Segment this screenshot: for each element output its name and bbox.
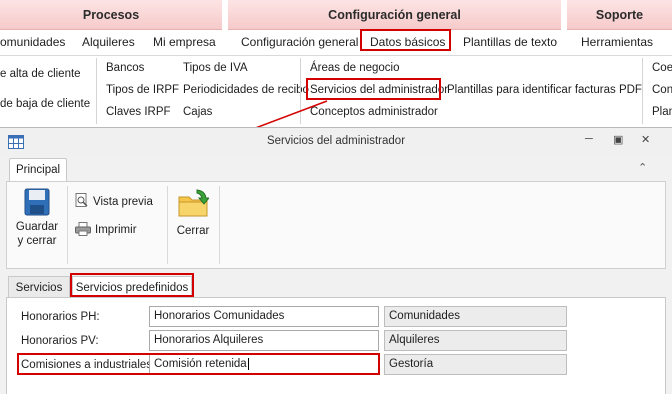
save-label-2: y cerrar [17,235,57,247]
group-header-configuracion: Configuración general [228,0,561,30]
input-honorarios-ph[interactable]: Honorarios Comunidades [149,306,379,327]
label-honorarios-ph: Honorarios PH: [21,311,100,323]
restore-icon[interactable]: ▣ [613,133,623,146]
divider [642,58,643,124]
highlight-tab-predefinidos [70,273,194,297]
tab-mi-empresa[interactable]: Mi empresa [153,35,216,49]
window-ribbon-panel: Guardar y cerrar Vista previa Imprimir C… [6,181,666,269]
highlight-servicios-administrador [306,78,441,100]
save-close-button[interactable]: Guardar y cerrar [11,188,63,248]
save-label-1: Guardar [15,221,59,233]
close-icon[interactable]: ✕ [641,133,650,146]
window-title: Servicios del administrador [266,135,406,147]
category-honorarios-ph: Comunidades [384,306,567,327]
menu-areas-negocio[interactable]: Áreas de negocio [310,62,400,74]
collapse-ribbon-icon[interactable]: ⌃ [638,161,647,174]
menu-claves-irpf[interactable]: Claves IRPF [106,106,171,118]
highlight-datos-basicos [360,29,451,51]
menu-plan[interactable]: Plan [652,106,672,118]
menu-cajas[interactable]: Cajas [183,106,212,118]
preview-icon [75,193,88,207]
minimize-icon[interactable]: ─ [585,133,593,145]
menu-periodicidades[interactable]: Periodicidades de recibo [183,84,309,96]
divider [96,58,97,124]
window-titlebar[interactable]: Servicios del administrador ─ ▣ ✕ [0,128,672,156]
servicios-administrador-window: Servicios del administrador ─ ▣ ✕ Princi… [0,127,672,394]
save-icon [24,188,50,216]
menu-tipos-irpf[interactable]: Tipos de IRPF [106,84,179,96]
tab-servicios[interactable]: Servicios [8,276,70,298]
menu-coe[interactable]: Coe [652,62,672,74]
print-button[interactable]: Imprimir [75,222,137,237]
tab-principal[interactable]: Principal [9,158,67,182]
label-honorarios-pv: Honorarios PV: [21,335,99,347]
printer-icon [75,222,91,236]
divider [67,186,68,264]
tab-comunidades[interactable]: omunidades [0,35,65,49]
divider [219,186,220,264]
app-ribbon: Procesos Configuración general Soporte o… [0,0,672,55]
close-label: Cerrar [176,225,210,237]
category-comisiones-industriales: Gestoría [384,354,567,375]
input-honorarios-pv[interactable]: Honorarios Alquileres [149,330,379,351]
highlight-comisiones-row [17,353,380,375]
preview-label: Vista previa [93,196,153,208]
tab-herramientas[interactable]: Herramientas [581,35,653,49]
menu-tipos-iva[interactable]: Tipos de IVA [183,62,248,74]
print-label: Imprimir [95,224,137,236]
tab-configuracion-general[interactable]: Configuración general [241,35,358,49]
tab-plantillas-texto[interactable]: Plantillas de texto [463,35,557,49]
group-header-soporte: Soporte [567,0,672,30]
category-honorarios-pv: Alquileres [384,330,567,351]
preview-button[interactable]: Vista previa [75,193,153,209]
menu-bancos[interactable]: Bancos [106,62,144,74]
tab-alquileres[interactable]: Alquileres [82,35,135,49]
menu-con[interactable]: Con [652,84,672,96]
menu-baja-cliente[interactable]: de baja de cliente [0,98,90,110]
servicios-predefinidos-form: Honorarios PH: Honorarios Comunidades Co… [6,297,666,394]
close-button[interactable]: Cerrar [173,188,213,238]
menu-alta-cliente[interactable]: e alta de cliente [0,68,81,80]
ribbon-tab-row: omunidades Alquileres Mi empresa Configu… [0,32,672,52]
menu-plantillas-pdf[interactable]: Plantillas para identificar facturas PDF [447,84,642,96]
group-header-procesos: Procesos [0,0,222,30]
folder-exit-icon [178,189,209,217]
divider [167,186,168,264]
